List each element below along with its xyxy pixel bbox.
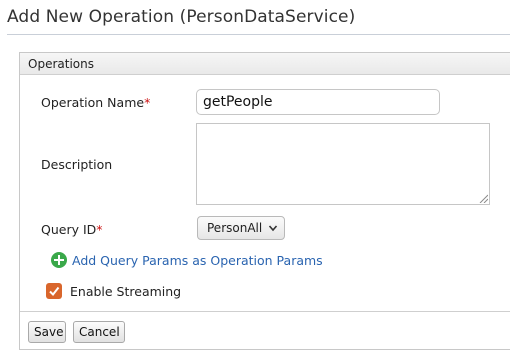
required-mark: * [96, 222, 103, 237]
enable-streaming-checkbox[interactable] [46, 283, 62, 299]
query-id-selected-value: PersonAll [207, 221, 263, 235]
query-id-label-text: Query ID [41, 222, 97, 237]
save-button[interactable]: Save [28, 321, 66, 343]
add-query-params-link[interactable]: Add Query Params as Operation Params [51, 252, 323, 268]
cancel-button[interactable]: Cancel [73, 321, 125, 343]
query-id-select[interactable]: PersonAll [197, 216, 285, 240]
query-id-label: Query ID* [41, 222, 103, 237]
add-query-params-text: Add Query Params as Operation Params [72, 252, 323, 268]
description-wrapper [196, 123, 490, 205]
operation-name-label-text: Operation Name [41, 95, 145, 110]
page-title: Add New Operation (PersonDataService) [7, 7, 356, 27]
operation-name-label: Operation Name* [41, 95, 150, 110]
operation-name-input[interactable] [196, 89, 440, 115]
operations-panel: Operations Operation Name* Description Q… [19, 52, 510, 350]
description-textarea[interactable] [196, 123, 490, 205]
required-mark: * [144, 95, 151, 110]
add-icon [51, 252, 67, 268]
title-divider [7, 34, 510, 35]
checkbox-checked-icon [49, 286, 60, 297]
description-label: Description [41, 157, 113, 172]
footer-divider [20, 311, 510, 312]
enable-streaming-label: Enable Streaming [70, 283, 182, 299]
chevron-down-icon [269, 225, 278, 232]
enable-streaming-row: Enable Streaming [46, 283, 181, 299]
panel-header: Operations [20, 53, 510, 75]
